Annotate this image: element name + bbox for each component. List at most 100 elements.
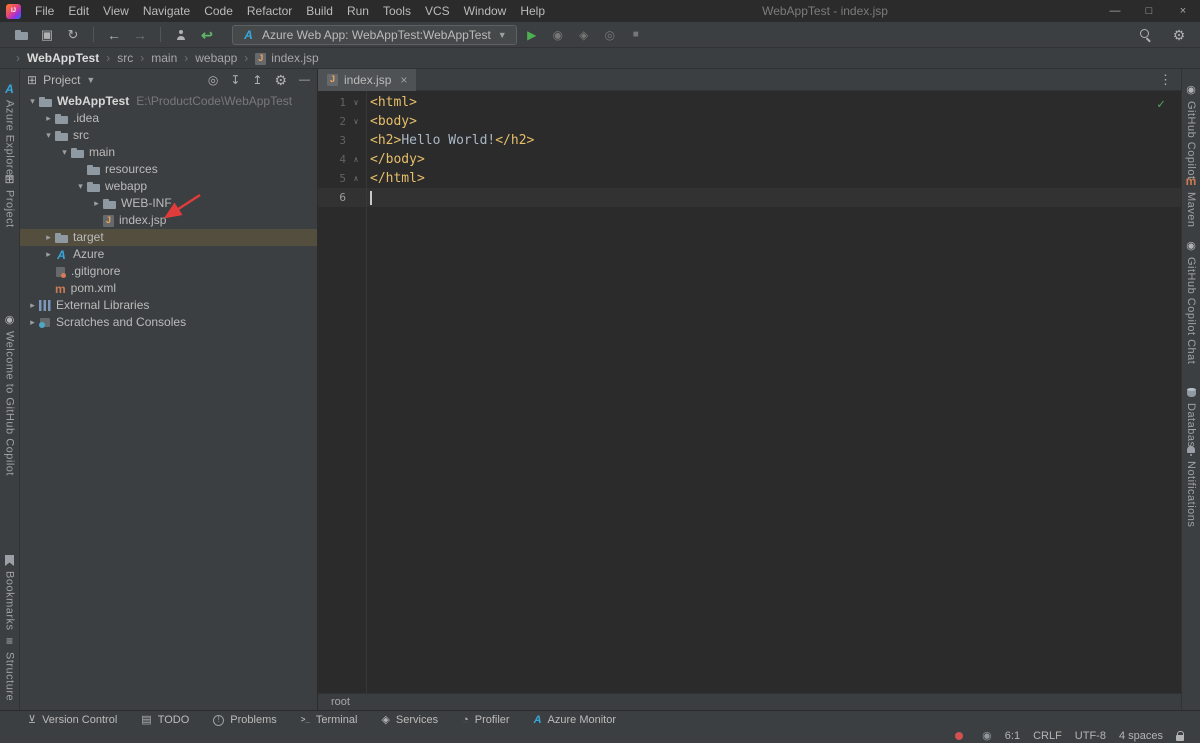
back-button[interactable] <box>103 25 125 45</box>
tree-item-webapptest[interactable]: ▾WebAppTestE:\ProductCode\WebAppTest <box>20 93 317 110</box>
tool-window-button-welcome-to-github-copilot[interactable]: Welcome to GitHub Copilot <box>0 315 19 476</box>
breadcrumb-main[interactable]: main <box>133 51 177 65</box>
menu-item-view[interactable]: View <box>96 0 136 22</box>
menu-item-code[interactable]: Code <box>197 0 240 22</box>
expand-all-icon[interactable] <box>230 74 240 86</box>
select-opened-file-icon[interactable] <box>208 74 218 86</box>
tree-item-main[interactable]: ▾main <box>20 144 317 161</box>
code-line-1[interactable]: 1∨<html> <box>318 93 1181 112</box>
menu-item-help[interactable]: Help <box>513 0 552 22</box>
tree-item-webapp[interactable]: ▾webapp <box>20 178 317 195</box>
tree-item-azure[interactable]: ▸Azure <box>20 246 317 263</box>
collapse-all-icon[interactable] <box>252 74 262 86</box>
tree-item-pom-xml[interactable]: pom.xml <box>20 280 317 297</box>
editor-breadcrumb-root[interactable]: root <box>331 696 350 708</box>
line-ending[interactable]: CRLF <box>1033 730 1062 742</box>
debug-button[interactable] <box>547 25 569 45</box>
project-panel-title[interactable]: Project <box>43 73 80 87</box>
chevron-right-icon[interactable]: ▸ <box>26 314 39 331</box>
profile-button[interactable] <box>599 25 621 45</box>
tool-window-button-profiler[interactable]: Profiler <box>462 714 510 726</box>
maximize-button[interactable]: □ <box>1132 0 1166 22</box>
breadcrumb-index-jsp[interactable]: index.jsp <box>237 51 318 65</box>
settings-button[interactable] <box>1168 25 1190 45</box>
menu-item-window[interactable]: Window <box>457 0 514 22</box>
menu-item-file[interactable]: File <box>28 0 61 22</box>
tool-window-button-github-copilot[interactable]: GitHub Copilot <box>1182 85 1200 180</box>
breadcrumb-webapptest[interactable]: WebAppTest <box>9 51 99 65</box>
run-button[interactable] <box>521 25 543 45</box>
chevron-down-icon[interactable]: ▾ <box>26 93 39 110</box>
tree-item-resources[interactable]: resources <box>20 161 317 178</box>
tree-item-src[interactable]: ▾src <box>20 127 317 144</box>
gear-icon[interactable] <box>274 73 287 87</box>
caret-position[interactable]: 6:1 <box>1005 730 1020 742</box>
chevron-right-icon[interactable]: ▸ <box>42 246 55 263</box>
tree-item-external-libraries[interactable]: ▸External Libraries <box>20 297 317 314</box>
open-button[interactable] <box>10 25 32 45</box>
notification-dot-icon[interactable] <box>955 732 963 740</box>
tree-item-target[interactable]: ▸target <box>20 229 317 246</box>
menu-item-edit[interactable]: Edit <box>61 0 96 22</box>
run-configuration-select[interactable]: Azure Web App: WebAppTest:WebAppTest ▼ <box>232 25 517 45</box>
annotate-button[interactable] <box>170 25 192 45</box>
code-line-6[interactable]: 6 <box>318 188 1181 207</box>
minimize-button[interactable]: — <box>1098 0 1132 22</box>
tool-window-button-bookmarks[interactable]: Bookmarks <box>0 555 19 631</box>
breadcrumb-webapp[interactable]: webapp <box>177 51 237 65</box>
tool-window-button-problems[interactable]: Problems <box>213 714 276 726</box>
menu-item-run[interactable]: Run <box>340 0 376 22</box>
stop-button[interactable] <box>625 25 647 45</box>
search-everywhere-button[interactable] <box>1134 25 1156 45</box>
fold-start-icon[interactable]: ∨ <box>346 93 366 112</box>
code-editor[interactable]: 1∨<html>2∨<body>3<h2>Hello World!</h2>4∧… <box>318 91 1181 693</box>
tool-window-button-services[interactable]: Services <box>381 714 438 726</box>
chevron-down-icon[interactable]: ▾ <box>58 144 71 161</box>
menu-item-build[interactable]: Build <box>299 0 340 22</box>
close-tab-icon[interactable]: × <box>400 73 407 87</box>
menu-item-vcs[interactable]: VCS <box>418 0 457 22</box>
tree-item-idea[interactable]: ▸.idea <box>20 110 317 127</box>
rollback-button[interactable] <box>196 25 218 45</box>
chevron-down-icon[interactable]: ▾ <box>42 127 55 144</box>
menu-item-tools[interactable]: Tools <box>376 0 418 22</box>
chevron-right-icon[interactable]: ▸ <box>90 195 103 212</box>
menu-item-navigate[interactable]: Navigate <box>136 0 197 22</box>
chevron-right-icon[interactable]: ▸ <box>42 110 55 127</box>
tree-item-index-jsp[interactable]: index.jsp <box>20 212 317 229</box>
forward-button[interactable] <box>129 25 151 45</box>
hide-panel-icon[interactable] <box>299 75 310 86</box>
tool-window-button-notifications[interactable]: Notifications <box>1182 445 1200 527</box>
lock-icon[interactable] <box>1176 735 1184 741</box>
tool-window-button-version-control[interactable]: Version Control <box>28 714 117 726</box>
tab-options-kebab-icon[interactable] <box>1159 73 1172 87</box>
chevron-right-icon[interactable]: ▸ <box>26 297 39 314</box>
copilot-status-icon[interactable] <box>982 731 992 742</box>
chevron-down-icon[interactable]: ▾ <box>74 178 87 195</box>
tool-window-button-terminal[interactable]: Terminal <box>301 714 358 726</box>
sync-button[interactable] <box>62 25 84 45</box>
file-encoding[interactable]: UTF-8 <box>1075 730 1106 742</box>
inspections-ok-check-icon[interactable]: ✓ <box>1157 97 1165 112</box>
tree-item-gitignore[interactable]: .gitignore <box>20 263 317 280</box>
chevron-right-icon[interactable]: ▸ <box>42 229 55 246</box>
indent-setting[interactable]: 4 spaces <box>1119 730 1163 742</box>
tool-window-button-project[interactable]: Project <box>0 173 19 228</box>
code-line-3[interactable]: 3<h2>Hello World!</h2> <box>318 131 1181 150</box>
fold-start-icon[interactable]: ∨ <box>346 112 366 131</box>
tree-item-scratches-and-consoles[interactable]: ▸Scratches and Consoles <box>20 314 317 331</box>
fold-end-icon[interactable]: ∧ <box>346 150 366 169</box>
editor-tab-index-jsp[interactable]: index.jsp × <box>318 69 416 91</box>
tool-window-button-github-copilot-chat[interactable]: GitHub Copilot Chat <box>1182 241 1200 364</box>
tool-window-button-structure[interactable]: Structure <box>0 635 19 701</box>
save-all-button[interactable] <box>36 25 58 45</box>
breadcrumb-src[interactable]: src <box>99 51 133 65</box>
coverage-button[interactable] <box>573 25 595 45</box>
menu-item-refactor[interactable]: Refactor <box>240 0 299 22</box>
code-line-2[interactable]: 2∨<body> <box>318 112 1181 131</box>
fold-end-icon[interactable]: ∧ <box>346 169 366 188</box>
tool-window-button-azure-monitor[interactable]: Azure Monitor <box>534 714 616 726</box>
code-line-4[interactable]: 4∧</body> <box>318 150 1181 169</box>
tree-item-web-inf[interactable]: ▸WEB-INF <box>20 195 317 212</box>
tool-window-button-todo[interactable]: TODO <box>141 714 189 726</box>
